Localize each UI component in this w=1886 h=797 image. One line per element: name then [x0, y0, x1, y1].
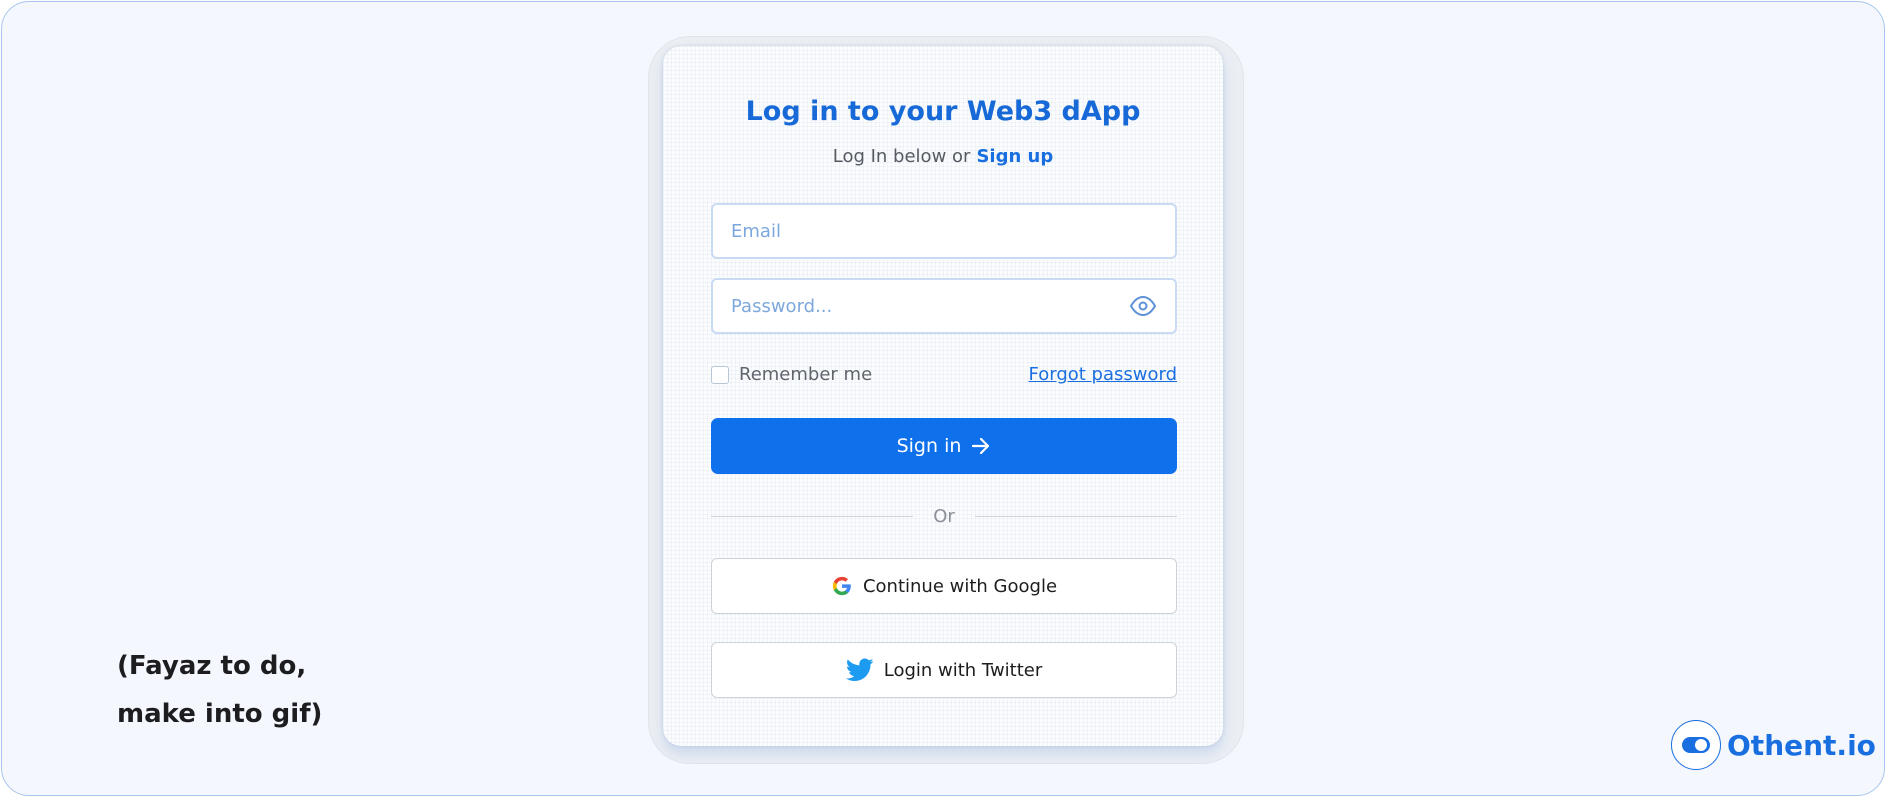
twitter-login-button[interactable]: Login with Twitter	[711, 642, 1177, 698]
email-input[interactable]	[731, 220, 1157, 242]
eye-icon[interactable]	[1129, 296, 1157, 316]
google-label: Continue with Google	[862, 575, 1058, 597]
subtitle-text: Log In below or	[832, 146, 971, 167]
divider-text: Or	[933, 506, 955, 527]
signup-link[interactable]: Sign up	[976, 146, 1053, 167]
page-frame: (Fayaz to do, make into gif) Log in to y…	[1, 1, 1885, 796]
login-subtitle: Log In below or Sign up	[663, 146, 1223, 167]
brand-name: Othent.io	[1727, 728, 1876, 762]
email-field[interactable]	[711, 203, 1177, 259]
twitter-icon	[845, 658, 874, 681]
twitter-label: Login with Twitter	[883, 659, 1043, 681]
arrow-right-icon	[972, 437, 990, 455]
or-divider: Or	[711, 506, 1178, 527]
divider-line-right	[974, 516, 1178, 517]
remember-label: Remember me	[739, 364, 873, 385]
note-line-1: (Fayaz to do,	[117, 651, 307, 681]
login-card: Log in to your Web3 dApp Log In below or…	[663, 46, 1223, 746]
password-input[interactable]	[731, 295, 1129, 317]
sign-in-button[interactable]: Sign in	[711, 418, 1177, 474]
login-title: Log in to your Web3 dApp	[745, 96, 1141, 127]
remember-checkbox[interactable]	[711, 365, 729, 384]
forgot-password-link[interactable]: Forgot password	[1029, 364, 1177, 385]
sign-in-label: Sign in	[896, 435, 962, 457]
annotation-note: (Fayaz to do, make into gif)	[117, 642, 322, 738]
google-icon	[832, 576, 851, 596]
toggle-icon	[1671, 720, 1721, 770]
google-login-button[interactable]: Continue with Google	[711, 558, 1177, 614]
password-field[interactable]	[711, 278, 1177, 334]
brand-logo: Othent.io	[1671, 720, 1876, 770]
remember-me: Remember me	[711, 364, 872, 385]
note-line-2: make into gif)	[117, 699, 323, 729]
divider-line-left	[711, 516, 914, 517]
